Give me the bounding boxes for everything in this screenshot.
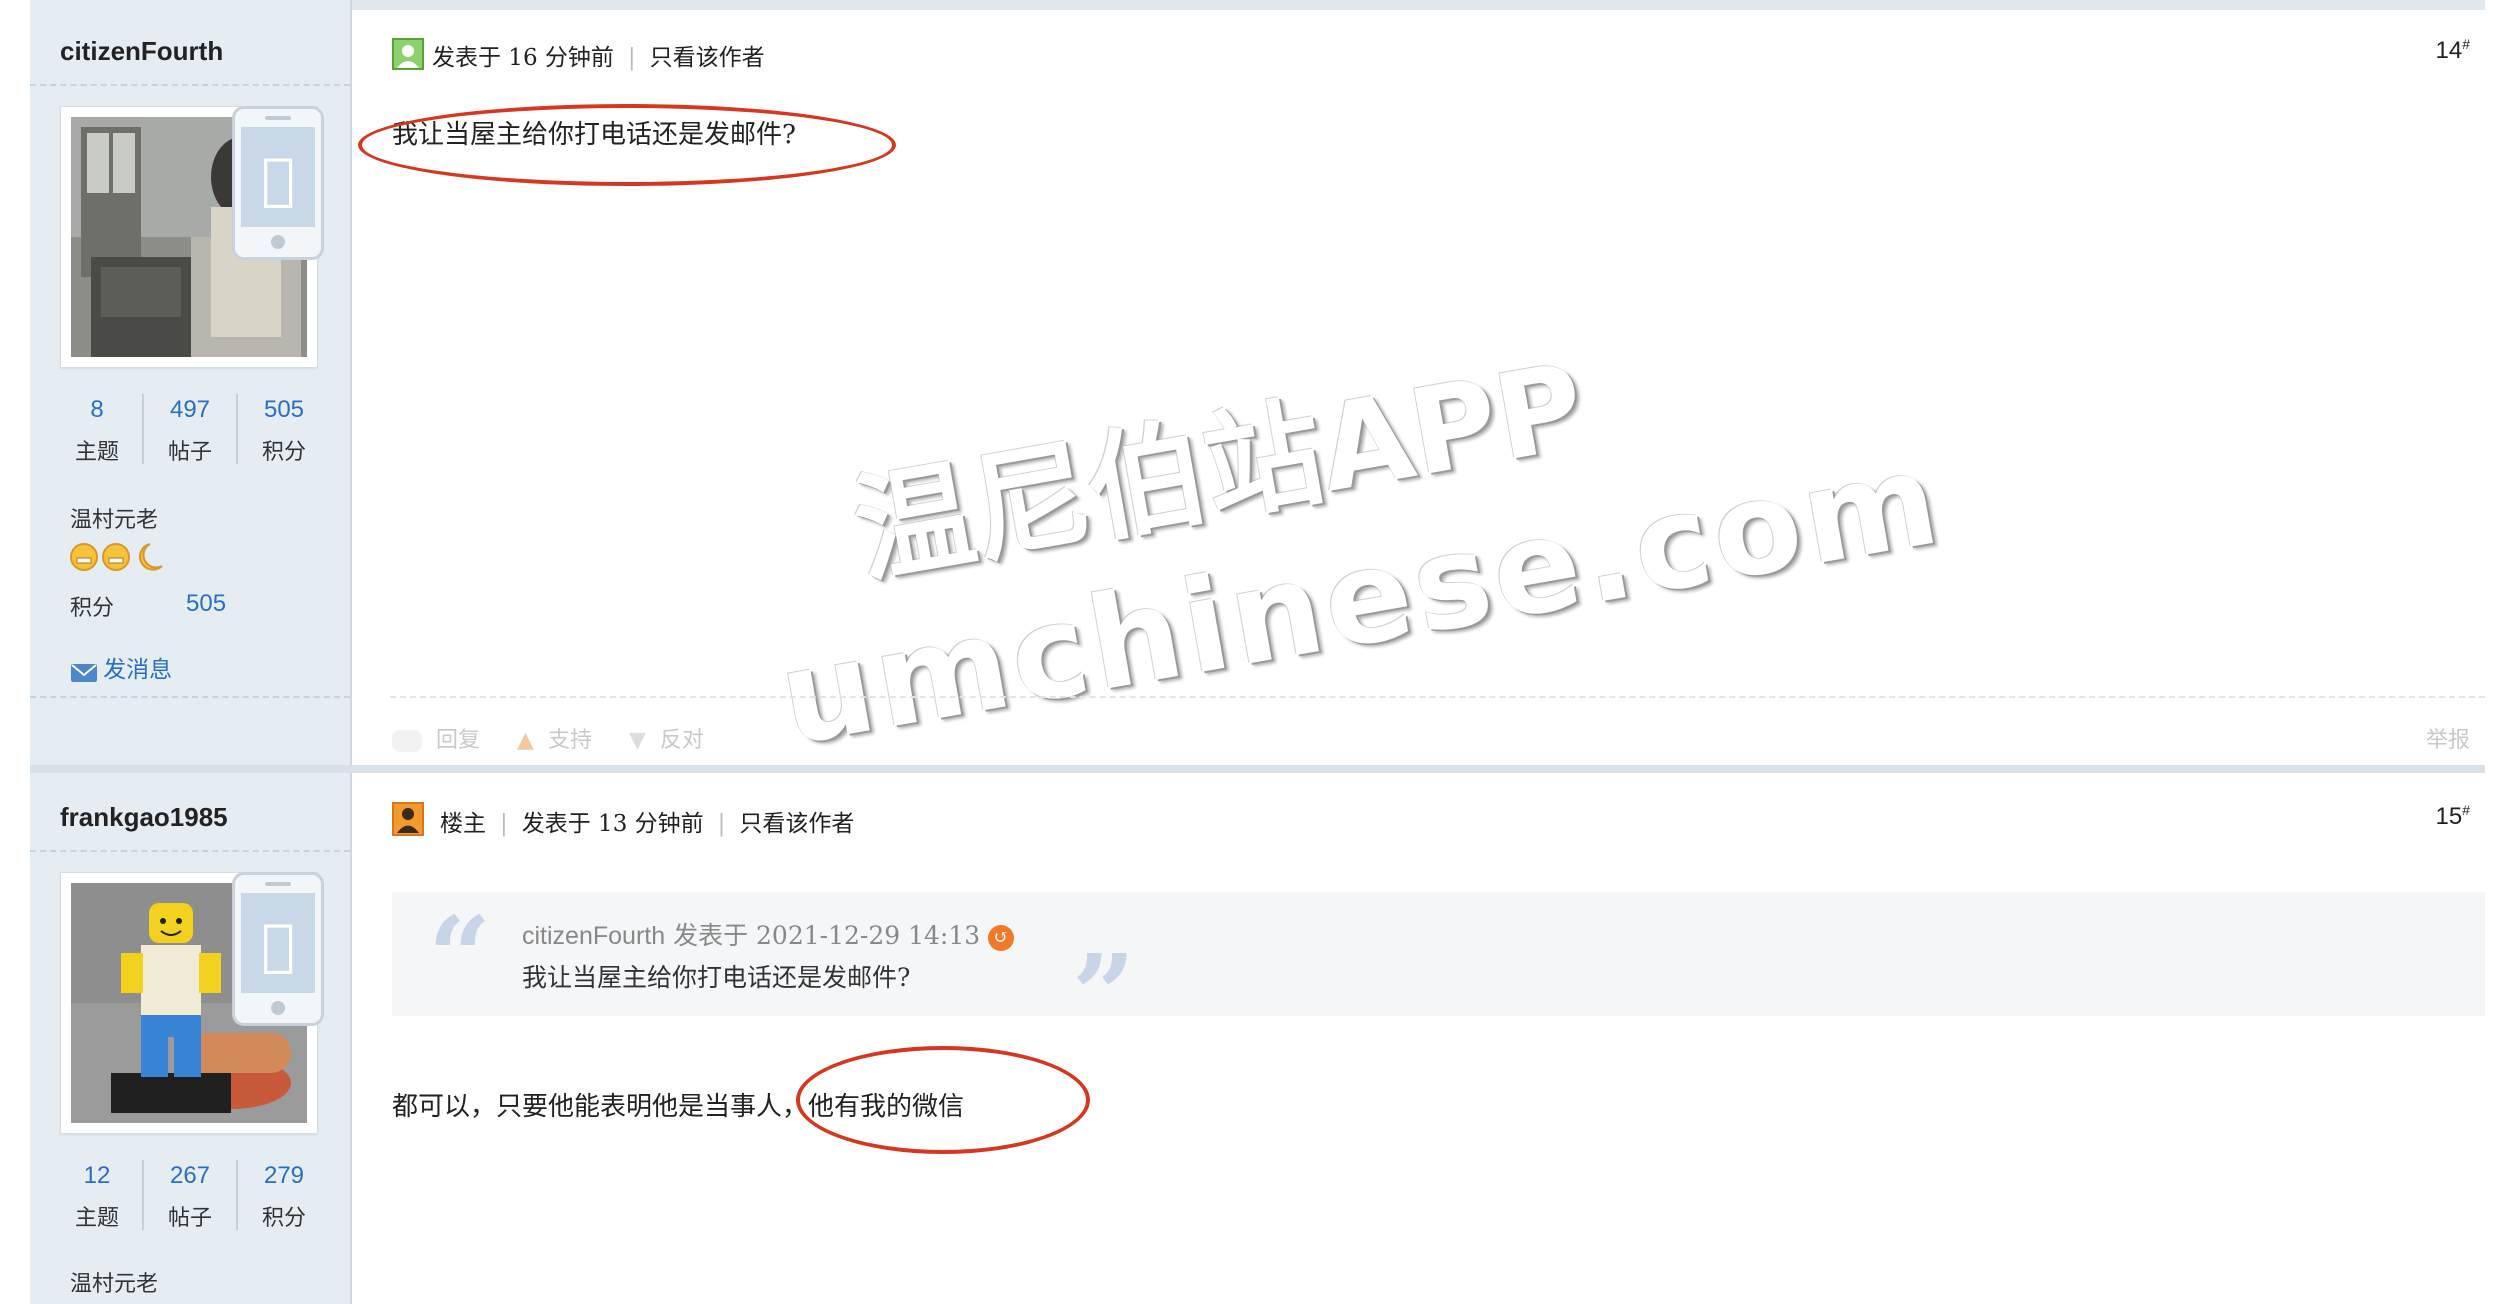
author-username[interactable]: frankgao1985 [60,802,228,833]
stat-credits[interactable]: 279 [237,1162,331,1190]
report-link[interactable]: 举报 [2426,722,2470,754]
stat-posts-label: 帖子 [167,440,212,465]
quote-text: 我让当屋主给你打电话还是发邮件? [522,963,911,992]
rank-stars [70,540,170,578]
close-quote-icon: ” [1072,930,1136,1059]
points-label: 积分 [70,596,115,621]
post-actions: 回复 ▲ 支持 ▼ 反对 [392,722,704,754]
annotation-circle [358,104,896,186]
only-author-link[interactable]: 只看该作者 [739,811,854,837]
thumb-up-icon: ▲ [517,728,534,753]
quote-meta: 发表于 2021-12-29 14:13 [673,921,981,950]
stat-threads[interactable]: 8 [50,396,144,424]
stat-threads-label: 主题 [74,440,119,465]
points-value: 505 [186,590,227,617]
user-rank[interactable]: 温村元老 [70,1266,158,1298]
apple-icon:  [241,147,315,212]
post-time: 发表于 16 分钟前 [432,45,614,71]
stat-posts[interactable]: 267 [143,1162,237,1190]
annotation-circle [796,1046,1090,1154]
reply-button[interactable]: 回复 [392,728,480,753]
floor-number[interactable]: 15# [2436,802,2471,831]
support-button[interactable]: ▲ 支持 [517,728,592,753]
post-time: 发表于 13 分钟前 [521,811,704,837]
stat-posts-label: 帖子 [167,1206,212,1231]
only-author-link[interactable]: 只看该作者 [650,45,765,71]
stat-credits[interactable]: 505 [237,396,331,424]
open-quote-icon: “ [428,892,492,1021]
mobile-app-badge:  [232,106,324,260]
user-rank[interactable]: 温村元老 [70,502,158,534]
envelope-icon [71,663,97,682]
stat-threads[interactable]: 12 [50,1162,144,1190]
stat-threads-label: 主题 [74,1206,119,1231]
top-border [30,0,2485,10]
divider [30,84,350,86]
stat-posts[interactable]: 497 [143,396,237,424]
send-message-link[interactable]: 发消息 [70,650,172,684]
quote-author[interactable]: citizenFourth [522,922,665,950]
thumb-down-icon: ▼ [628,728,646,753]
online-status-icon [392,38,424,74]
apple-icon:  [241,913,315,978]
floor-number[interactable]: 14# [2436,36,2471,65]
oppose-button[interactable]: ▼ 反对 [629,728,704,753]
post-separator [30,765,2485,773]
op-badge: 楼主 [440,811,486,837]
stat-credits-label: 积分 [261,440,306,465]
jump-to-post-icon[interactable]: ↺ [988,924,1015,951]
author-username[interactable]: citizenFourth [60,36,223,67]
mobile-app-badge:  [232,872,324,1026]
thread-starter-icon [392,802,424,840]
reply-icon [392,730,422,752]
quote-block: “ citizenFourth 发表于 2021-12-29 14:13 ↺ 我… [392,892,2485,1050]
stat-credits-label: 积分 [261,1206,306,1231]
